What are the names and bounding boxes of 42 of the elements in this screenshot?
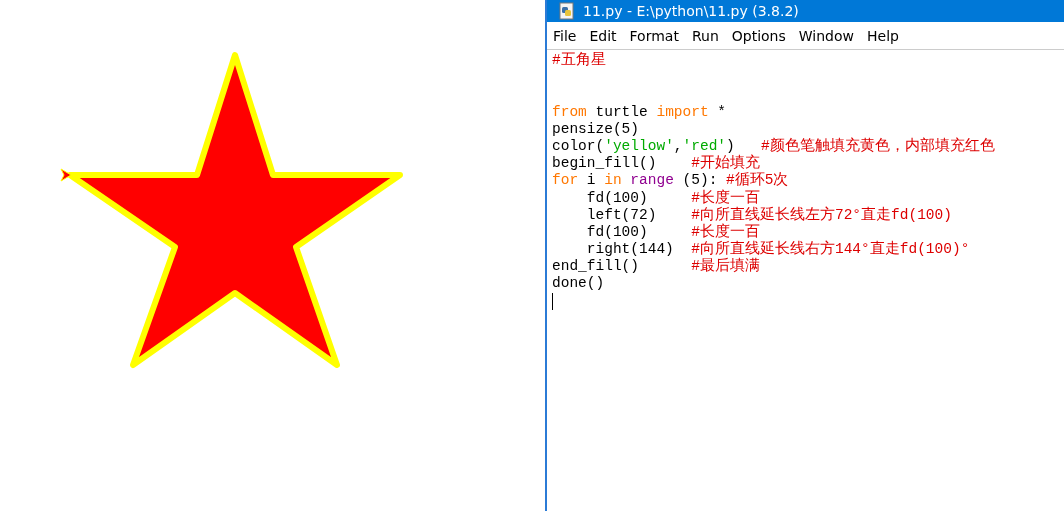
text-cursor bbox=[552, 292, 553, 310]
menu-item[interactable]: Options bbox=[731, 27, 786, 44]
code-comment: #循环5次 bbox=[726, 172, 789, 189]
code-text: left(72) bbox=[585, 206, 658, 223]
code-text: pensize(5) bbox=[552, 120, 639, 137]
code-keyword: import bbox=[656, 103, 709, 120]
code-keyword: for bbox=[552, 172, 579, 189]
menu-item[interactable]: Format bbox=[629, 27, 679, 44]
code-text: right(144) bbox=[585, 241, 675, 258]
menu-item[interactable]: Edit bbox=[589, 27, 617, 44]
menu-item[interactable]: Window bbox=[798, 27, 854, 44]
code-text: i bbox=[585, 172, 597, 189]
code-keyword: from bbox=[552, 103, 587, 120]
code-text: ) bbox=[726, 137, 736, 154]
turtle-arrow-icon bbox=[60, 168, 72, 182]
code-comment: #五角星 bbox=[552, 52, 606, 68]
code-string: 'red' bbox=[682, 137, 727, 154]
code-text: end_fill() bbox=[552, 258, 640, 275]
code-text: begin_fill() bbox=[552, 155, 658, 172]
code-text: done() bbox=[552, 275, 605, 292]
code-comment: #颜色笔触填充黄色，内部填充红色 bbox=[760, 137, 995, 154]
window-title: 11.py - E:\python\11.py (3.8.2) bbox=[583, 3, 799, 19]
code-text: turtle bbox=[594, 103, 649, 120]
code-comment: #最后填满 bbox=[691, 258, 760, 275]
code-builtin: range bbox=[629, 172, 674, 189]
code-text: color( bbox=[552, 137, 605, 154]
menu-item[interactable]: File bbox=[553, 27, 577, 44]
code-comment: #向所直线延长线右方144°直走fd(100)° bbox=[691, 241, 970, 258]
code-comment: #长度一百 bbox=[691, 189, 760, 206]
code-text: (5): bbox=[681, 172, 719, 189]
code-text: , bbox=[673, 137, 683, 154]
code-comment: #长度一百 bbox=[691, 223, 760, 240]
code-comment: #开始填充 bbox=[691, 155, 760, 172]
code-comment: #向所直线延长线左方72°直走fd(100) bbox=[691, 206, 952, 223]
python-file-icon bbox=[557, 2, 577, 20]
code-text: fd(100) bbox=[585, 223, 649, 240]
menu-item[interactable]: Run bbox=[691, 27, 719, 44]
code-keyword: in bbox=[604, 172, 622, 189]
code-text: fd(100) bbox=[585, 189, 649, 206]
code-text: * bbox=[716, 103, 727, 120]
code-string: 'yellow' bbox=[604, 137, 674, 154]
menu-item[interactable]: Help bbox=[867, 27, 899, 44]
